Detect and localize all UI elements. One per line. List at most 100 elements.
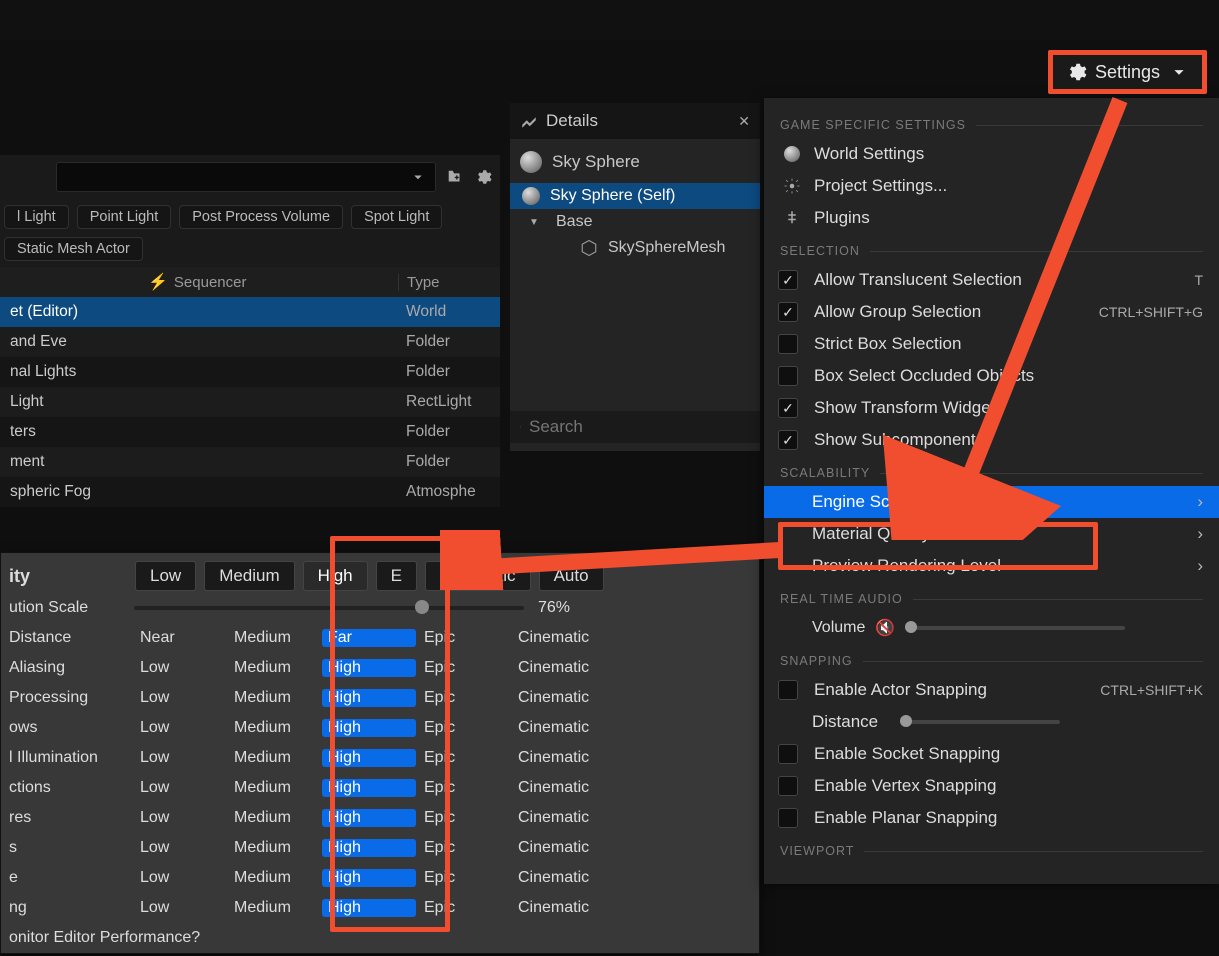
volume-slider[interactable] — [905, 626, 1125, 630]
scalability-option[interactable]: Near — [134, 629, 228, 647]
scalability-option[interactable]: Medium — [228, 719, 322, 737]
scalability-option[interactable]: High — [322, 719, 416, 737]
checkbox[interactable] — [778, 680, 798, 700]
menu-submenu-item[interactable]: Engine Scalability Settings› — [764, 486, 1219, 518]
filter-pill[interactable]: Spot Light — [351, 205, 442, 229]
scalability-option[interactable]: Cinematic — [512, 749, 622, 767]
scalability-option[interactable]: Medium — [228, 869, 322, 887]
scalability-option[interactable]: Low — [134, 659, 228, 677]
menu-check-item[interactable]: Allow Translucent SelectionT — [764, 264, 1219, 296]
scalability-option[interactable]: Low — [134, 839, 228, 857]
preset-medium[interactable]: Medium — [204, 561, 294, 591]
outliner-row[interactable]: LightRectLight — [0, 387, 500, 417]
filter-pill[interactable]: l Light — [4, 205, 69, 229]
component-row[interactable]: SkySphereMesh — [510, 235, 760, 261]
scalability-option[interactable]: Low — [134, 809, 228, 827]
scalability-option[interactable]: Epic — [418, 719, 512, 737]
menu-item[interactable]: Plugins — [764, 202, 1219, 234]
scalability-option[interactable]: Medium — [228, 809, 322, 827]
menu-check-item[interactable]: Enable Planar Snapping — [764, 802, 1219, 834]
scalability-option[interactable]: Cinematic — [512, 869, 622, 887]
menu-check-item[interactable]: Strict Box Selection — [764, 328, 1219, 360]
menu-check-item[interactable]: Show Subcomponents — [764, 424, 1219, 456]
checkbox[interactable] — [778, 302, 798, 322]
scalability-option[interactable]: Low — [134, 719, 228, 737]
preset-e[interactable]: E — [376, 561, 417, 591]
checkbox[interactable] — [778, 334, 798, 354]
menu-item[interactable]: World Settings — [764, 138, 1219, 170]
preset-high[interactable]: High — [303, 561, 368, 591]
settings-button[interactable]: Settings — [1048, 50, 1207, 94]
component-row[interactable]: ▼Base — [510, 209, 760, 235]
outliner-filter-dropdown[interactable] — [56, 162, 436, 192]
scalability-option[interactable]: Low — [134, 899, 228, 917]
menu-item[interactable]: Project Settings... — [764, 170, 1219, 202]
distance-slider[interactable] — [900, 720, 1060, 724]
scalability-option[interactable]: High — [322, 689, 416, 707]
menu-check-item[interactable]: Enable Socket Snapping — [764, 738, 1219, 770]
close-icon[interactable]: ✕ — [738, 113, 750, 130]
slider-handle[interactable] — [415, 600, 429, 614]
menu-check-item[interactable]: Enable Vertex Snapping — [764, 770, 1219, 802]
outliner-row[interactable]: tersFolder — [0, 417, 500, 447]
scalability-option[interactable]: Cinematic — [512, 689, 622, 707]
checkbox[interactable] — [778, 366, 798, 386]
scalability-option[interactable]: Low — [134, 689, 228, 707]
search-input[interactable] — [529, 417, 750, 437]
volume-row[interactable]: Volume 🔇 — [764, 612, 1219, 644]
resolution-slider[interactable] — [134, 606, 524, 610]
checkbox[interactable] — [778, 776, 798, 796]
menu-check-item[interactable]: Allow Group SelectionCTRL+SHIFT+G — [764, 296, 1219, 328]
scalability-option[interactable]: Cinematic — [512, 779, 622, 797]
scalability-option[interactable]: High — [322, 809, 416, 827]
checkbox[interactable] — [778, 398, 798, 418]
scalability-option[interactable]: Medium — [228, 899, 322, 917]
menu-submenu-item[interactable]: Preview Rendering Level› — [764, 550, 1219, 582]
scalability-option[interactable]: Low — [134, 749, 228, 767]
scalability-option[interactable]: Epic — [418, 839, 512, 857]
scalability-option[interactable]: High — [322, 659, 416, 677]
distance-slider-row[interactable]: Distance — [764, 706, 1219, 738]
preset-low[interactable]: Low — [135, 561, 196, 591]
scalability-option[interactable]: High — [322, 899, 416, 917]
gear-icon[interactable] — [474, 168, 492, 186]
scalability-option[interactable]: Medium — [228, 659, 322, 677]
component-row[interactable]: Sky Sphere (Self) — [510, 183, 760, 209]
outliner-row[interactable]: nal LightsFolder — [0, 357, 500, 387]
outliner-row[interactable]: et (Editor)World — [0, 297, 500, 327]
scalability-option[interactable]: Cinematic — [512, 839, 622, 857]
menu-check-item[interactable]: Show Transform Widget — [764, 392, 1219, 424]
checkbox[interactable] — [778, 430, 798, 450]
scalability-option[interactable]: Low — [134, 869, 228, 887]
scalability-option[interactable]: Far — [322, 629, 416, 647]
sequencer-column[interactable]: Sequencer — [174, 274, 247, 291]
slider-handle[interactable] — [900, 715, 912, 727]
scalability-option[interactable]: Epic — [418, 749, 512, 767]
scalability-option[interactable]: Cinematic — [512, 659, 622, 677]
outliner-row[interactable]: spheric FogAtmosphe — [0, 477, 500, 507]
filter-pill[interactable]: Post Process Volume — [179, 205, 343, 229]
scalability-option[interactable]: High — [322, 839, 416, 857]
scalability-option[interactable]: Medium — [228, 779, 322, 797]
scalability-option[interactable]: Epic — [418, 659, 512, 677]
checkbox[interactable] — [778, 808, 798, 828]
scalability-option[interactable]: High — [322, 869, 416, 887]
scalability-option[interactable]: Epic — [418, 869, 512, 887]
scalability-option[interactable]: Low — [134, 779, 228, 797]
menu-check-item[interactable]: Enable Actor SnappingCTRL+SHIFT+K — [764, 674, 1219, 706]
scalability-option[interactable]: Epic — [418, 779, 512, 797]
scalability-option[interactable]: Epic — [418, 809, 512, 827]
scalability-option[interactable]: Medium — [228, 749, 322, 767]
scalability-option[interactable]: Epic — [418, 899, 512, 917]
scalability-option[interactable]: Medium — [228, 689, 322, 707]
filter-pill[interactable]: Static Mesh Actor — [4, 237, 143, 261]
checkbox[interactable] — [778, 744, 798, 764]
scalability-option[interactable]: Epic — [418, 629, 512, 647]
slider-handle[interactable] — [905, 621, 917, 633]
scalability-option[interactable]: Epic — [418, 689, 512, 707]
add-folder-icon[interactable] — [446, 168, 464, 186]
menu-check-item[interactable]: Box Select Occluded Objects — [764, 360, 1219, 392]
scalability-option[interactable]: Cinematic — [512, 809, 622, 827]
menu-submenu-item[interactable]: Material Quality Level› — [764, 518, 1219, 550]
outliner-row[interactable]: mentFolder — [0, 447, 500, 477]
